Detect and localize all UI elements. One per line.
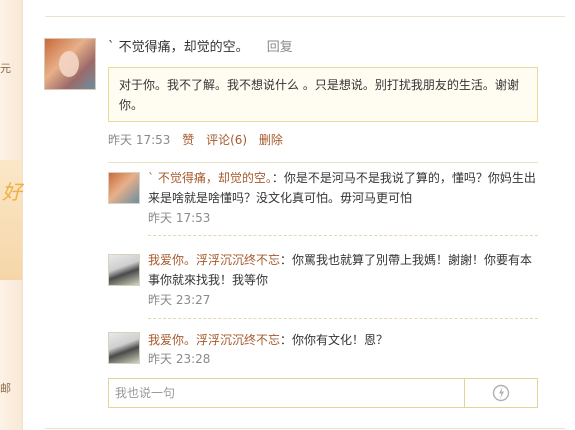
comment-text: 我爱你。浮浮沉沉终不忘：你罵我也就算了別帶上我媽！謝謝！你要有本事你就來找我！我… (148, 250, 538, 290)
commenter-name[interactable]: ` 不觉得痛，却觉的空。 (148, 171, 272, 185)
comment-text: 我爱你。浮浮沉沉终不忘：你你有文化！恩？ (148, 330, 538, 350)
post-timestamp: 昨天 17:53 (108, 133, 171, 147)
top-divider (45, 16, 565, 17)
reply-box (108, 378, 538, 408)
commenter-avatar[interactable] (108, 254, 140, 286)
reply-link[interactable]: 回复 (267, 40, 293, 55)
commenter-avatar[interactable] (108, 332, 140, 364)
emoji-button[interactable] (464, 379, 537, 407)
sidebar-fragment-text: 好 (2, 180, 22, 204)
like-link[interactable]: 赞 (182, 133, 194, 147)
reply-input[interactable] (109, 379, 476, 407)
comment-item: ` 不觉得痛，却觉的空。：你是不是河马不是我说了算的，懂吗？你妈生出来是啥就是啥… (108, 163, 538, 233)
post-meta: 昨天 17:53 赞 评论(6) 删除 (108, 131, 291, 148)
sidebar-fragment-text: 邮 (0, 382, 11, 395)
comment-timestamp: 昨天 23:27 (148, 293, 211, 307)
comment-body: ：你你有文化！恩？ (280, 333, 389, 347)
smiley-icon (492, 384, 510, 402)
post-header: ` 不觉得痛，却觉的空。 回复 (108, 36, 293, 55)
comment-divider (148, 235, 538, 236)
delete-link[interactable]: 删除 (259, 133, 283, 147)
commenter-name[interactable]: 我爱你。浮浮沉沉终不忘 (148, 253, 280, 267)
commenter-avatar[interactable] (108, 172, 140, 204)
post-content: 对于你。我不了解。我不想说什么 。只是想说。别打扰我朋友的生活。谢谢你。 (108, 67, 538, 122)
comment-list: ` 不觉得痛，却觉的空。：你是不是河马不是我说了算的，懂吗？你妈生出来是啥就是啥… (108, 162, 538, 366)
comment-timestamp: 昨天 23:28 (148, 352, 211, 366)
sidebar-fragment-text: 元 (0, 62, 11, 75)
left-sidebar-strip: 元 好 邮 (0, 0, 23, 430)
comment-item: 我爱你。浮浮沉沉终不忘：你罵我也就算了別帶上我媽！謝謝！你要有本事你就來找我！我… (108, 245, 538, 315)
bottom-divider (45, 428, 565, 429)
comment-timestamp: 昨天 17:53 (148, 211, 211, 225)
commenter-name[interactable]: 我爱你。浮浮沉沉终不忘 (148, 333, 280, 347)
comment-divider (148, 318, 538, 319)
comment-link[interactable]: 评论(6) (206, 133, 247, 147)
post-author-name[interactable]: ` 不觉得痛，却觉的空。 (108, 40, 249, 55)
comment-text: ` 不觉得痛，却觉的空。：你是不是河马不是我说了算的，懂吗？你妈生出来是啥就是啥… (148, 168, 538, 208)
post-author-avatar[interactable] (44, 38, 96, 90)
comment-item: 我爱你。浮浮沉沉终不忘：你你有文化！恩？ 昨天 23:28 (108, 328, 538, 372)
